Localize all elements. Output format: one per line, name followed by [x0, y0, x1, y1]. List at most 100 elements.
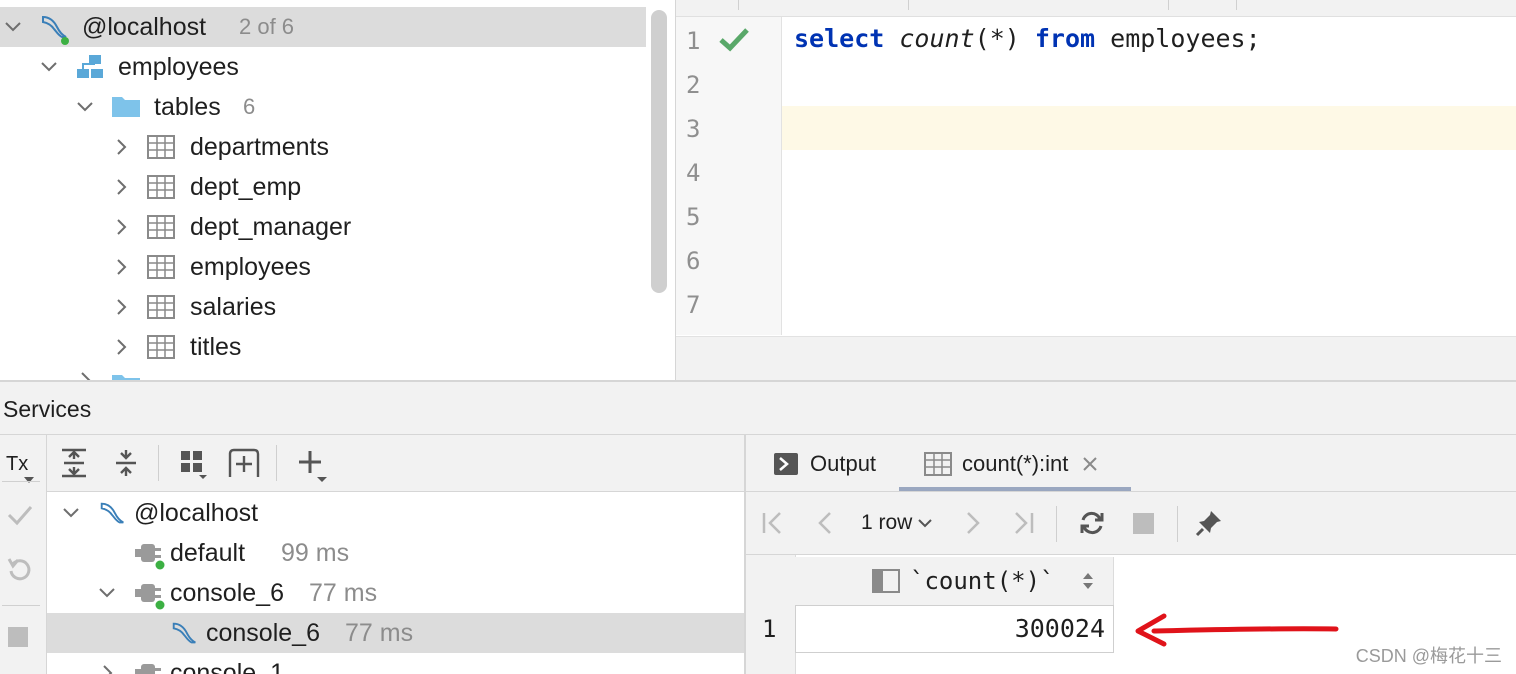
commit-check-icon[interactable]: [6, 503, 34, 527]
code-line-1[interactable]: select count(*) from employees;: [794, 24, 1261, 53]
tree-item-localhost[interactable]: @localhost 2 of 6: [0, 7, 646, 47]
editor-bottom-strip: [676, 336, 1516, 381]
mysql-dolphin-icon: [42, 15, 69, 45]
sql-function-count: count: [899, 24, 975, 53]
session-icon: [135, 584, 165, 610]
sql-args: (*): [974, 24, 1020, 53]
tree-item-label: titles: [190, 332, 242, 361]
svc-item-label: @localhost: [134, 498, 259, 527]
tree-item-label: tables: [154, 92, 221, 121]
add-icon[interactable]: [297, 449, 331, 483]
line-number: 6: [686, 247, 701, 275]
tree-item-schema-employees[interactable]: employees: [0, 47, 646, 87]
line-number: 3: [686, 115, 701, 143]
table-icon: [924, 452, 952, 476]
tree-item-label: salaries: [190, 292, 277, 321]
annotation-arrow-icon: [1135, 613, 1339, 647]
console-output-icon: [774, 453, 798, 475]
line-number: 5: [686, 203, 701, 231]
tab-result[interactable]: count(*):int: [924, 451, 1098, 477]
chevron-right-icon[interactable]: [112, 218, 130, 236]
close-icon[interactable]: [1082, 456, 1098, 472]
chevron-down-icon[interactable]: [4, 18, 22, 36]
tree-item-table-titles[interactable]: titles: [0, 327, 646, 367]
result-pane: Output count(*):int 1 row 1 `count(*)` 3…: [746, 435, 1516, 674]
rollback-icon[interactable]: [6, 555, 34, 583]
chevron-right-icon[interactable]: [112, 138, 130, 156]
tx-mode-button[interactable]: Tx: [6, 453, 34, 483]
stop-icon[interactable]: [1133, 513, 1154, 534]
svc-item-time: 77 ms: [309, 578, 378, 607]
tree-item-tables-folder[interactable]: tables 6: [0, 87, 646, 127]
tab-output[interactable]: Output: [774, 451, 876, 477]
chevron-down-icon[interactable]: [40, 58, 58, 76]
tree-item-label: employees: [190, 252, 311, 281]
row-count-selector[interactable]: 1 row: [861, 511, 933, 535]
svc-item-localhost[interactable]: @localhost: [47, 493, 744, 533]
chevron-right-icon[interactable]: [112, 298, 130, 316]
tree-item-label: departments: [190, 132, 329, 161]
session-icon: [135, 544, 165, 570]
svc-item-console-6[interactable]: console_6 77 ms: [47, 573, 744, 613]
svc-item-default[interactable]: default 99 ms: [47, 533, 744, 573]
scrollbar-thumb[interactable]: [651, 10, 667, 293]
transaction-side-toolbar: Tx: [0, 435, 47, 674]
folder-icon: [112, 97, 140, 117]
chevron-right-icon[interactable]: [76, 371, 94, 380]
column-header-label: `count(*)`: [910, 567, 1055, 595]
sort-icon[interactable]: [1082, 571, 1094, 591]
services-toolbar: [47, 435, 744, 492]
first-page-icon[interactable]: [762, 511, 784, 535]
last-page-icon[interactable]: [1012, 511, 1034, 535]
new-tab-icon[interactable]: [227, 446, 261, 480]
svc-item-console-1[interactable]: console_1: [47, 653, 744, 674]
refresh-icon[interactable]: [1078, 509, 1106, 537]
expand-all-icon[interactable]: [60, 448, 88, 478]
services-header: Services: [0, 382, 1516, 435]
chevron-right-icon[interactable]: [112, 178, 130, 196]
tree-item-partial[interactable]: [0, 367, 646, 380]
svc-item-time: 77 ms: [345, 618, 414, 647]
result-tabs: Output count(*):int: [746, 435, 1516, 492]
chevron-down-icon[interactable]: [98, 584, 116, 602]
line-number: 1: [686, 27, 701, 55]
folder-icon: [112, 375, 140, 380]
column-icon: [872, 569, 900, 593]
tree-item-table-departments[interactable]: departments: [0, 127, 646, 167]
table-icon: [147, 175, 175, 199]
tree-item-table-dept-emp[interactable]: dept_emp: [0, 167, 646, 207]
tree-item-table-dept-manager[interactable]: dept_manager: [0, 207, 646, 247]
tree-item-table-salaries[interactable]: salaries: [0, 287, 646, 327]
collapse-all-icon[interactable]: [112, 448, 140, 478]
tree-item-label: dept_emp: [190, 172, 302, 201]
active-tab-indicator: [899, 487, 1131, 491]
database-explorer-tree: @localhost 2 of 6 employees tables 6 dep…: [0, 0, 675, 380]
result-cell[interactable]: 300024: [795, 605, 1114, 653]
editor-tab-strip: [676, 0, 1516, 17]
previous-page-icon[interactable]: [816, 511, 834, 535]
chevron-down-icon: [918, 519, 933, 528]
column-header[interactable]: `count(*)`: [795, 557, 1114, 605]
sql-editor[interactable]: 1 2 3 4 5 6 7 select count(*) from emplo…: [676, 0, 1516, 381]
chevron-down-icon[interactable]: [76, 98, 94, 116]
chevron-right-icon[interactable]: [98, 664, 116, 674]
chevron-down-icon[interactable]: [62, 504, 80, 522]
next-page-icon[interactable]: [964, 511, 982, 535]
chevron-right-icon[interactable]: [112, 258, 130, 276]
stop-icon[interactable]: [8, 627, 28, 647]
table-icon: [147, 295, 175, 319]
sql-keyword-from: from: [1034, 24, 1096, 53]
session-icon: [135, 664, 161, 674]
sql-table-name: employees;: [1110, 24, 1261, 53]
chevron-right-icon[interactable]: [112, 338, 130, 356]
tree-item-table-employees[interactable]: employees: [0, 247, 646, 287]
services-title: Services: [3, 396, 92, 422]
tree-item-count: 6: [243, 94, 256, 119]
group-by-icon[interactable]: [179, 449, 209, 479]
svc-item-console-6-query[interactable]: console_6 77 ms: [47, 613, 744, 653]
sql-keyword-select: select: [794, 24, 885, 53]
pin-icon[interactable]: [1194, 508, 1224, 538]
tx-label: Tx: [6, 453, 29, 475]
table-icon: [147, 255, 175, 279]
line-number: 2: [686, 71, 701, 99]
